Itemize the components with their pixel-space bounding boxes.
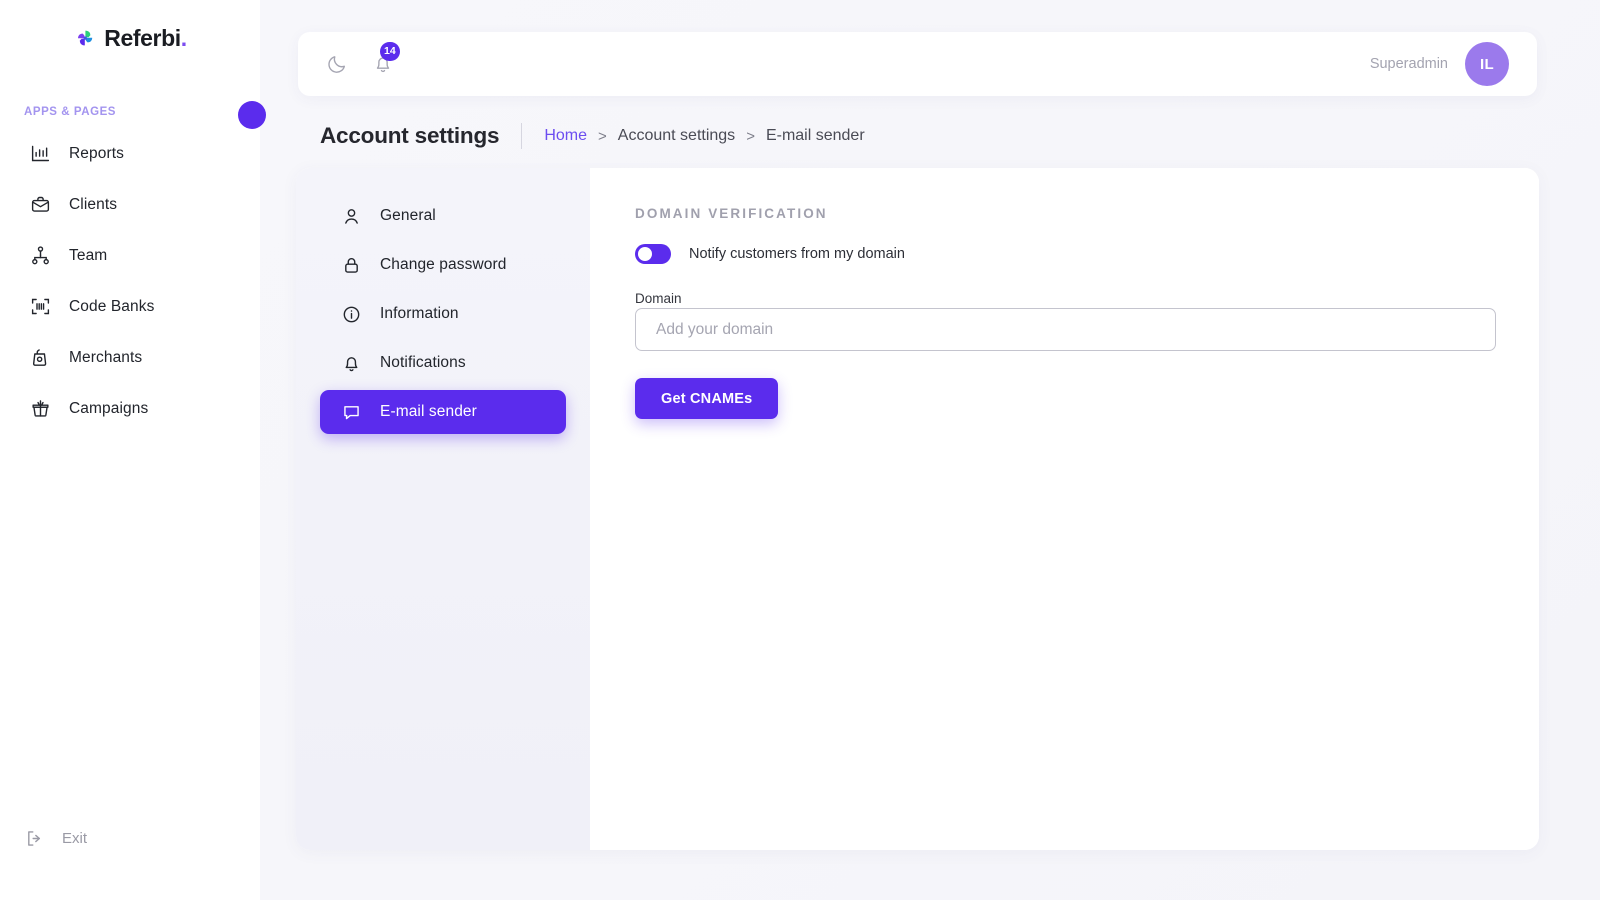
breadcrumb-item-account-settings[interactable]: Account settings [618,127,735,145]
domain-field-label: Domain [635,291,682,306]
page-header: Account settings Home > Account settings… [320,120,865,152]
sidebar-item-campaigns[interactable]: Campaigns [0,383,260,434]
settings-tab-label: E-mail sender [380,403,477,420]
info-icon [341,304,362,325]
avatar[interactable]: IL [1465,42,1509,86]
breadcrumb-item-email-sender: E-mail sender [765,127,865,144]
notification-count-badge: 14 [380,42,400,61]
message-icon [341,402,362,423]
toggle-knob [638,247,652,261]
notifications-button[interactable]: 14 [370,42,400,77]
sidebar: Referbi. APPS & PAGES Reports Clients Te… [0,0,260,900]
notify-customers-row: Notify customers from my domain [635,244,1496,264]
sidebar-item-label: Reports [69,144,124,162]
breadcrumb: Home > Account settings > E-mail sender [544,127,864,145]
settings-tab-information[interactable]: Information [320,292,566,336]
pinwheel-icon [73,26,97,50]
sidebar-item-team[interactable]: Team [0,230,260,281]
settings-tab-label: General [380,207,436,224]
notify-customers-label: Notify customers from my domain [689,246,905,262]
settings-tab-change-password[interactable]: Change password [320,243,566,287]
settings-panel-email-sender: DOMAIN VERIFICATION Notify customers fro… [590,168,1539,850]
topbar-actions: 14 [324,42,400,77]
sidebar-item-clients[interactable]: Clients [0,179,260,230]
lock-icon [341,255,362,276]
sidebar-item-exit[interactable]: Exit [0,814,260,862]
sidebar-item-label: Clients [69,195,118,213]
user-name-label: Superadmin [1369,56,1448,72]
topbar-user: Superadmin IL [1370,42,1509,86]
briefcase-icon [30,194,51,215]
settings-tab-label: Change password [380,256,507,273]
breadcrumb-item-home[interactable]: Home [544,127,587,145]
main-content: 14 Superadmin IL Account settings Home >… [260,0,1600,900]
sidebar-item-label: Campaigns [69,399,149,417]
sidebar-section-label: APPS & PAGES [24,106,117,118]
notify-customers-toggle[interactable] [635,244,671,264]
logout-icon [24,828,45,849]
settings-tab-email-sender[interactable]: E-mail sender [320,390,566,434]
user-icon [341,206,362,227]
app-root: Referbi. APPS & PAGES Reports Clients Te… [0,0,1600,900]
section-title: DOMAIN VERIFICATION [635,206,828,221]
sidebar-collapse-toggle[interactable] [238,101,266,129]
header-divider [521,123,523,149]
domain-field-group: Domain [635,290,1496,351]
bar-chart-icon [30,143,51,164]
topbar: 14 Superadmin IL [298,32,1537,96]
sidebar-item-label: Exit [62,829,88,847]
sidebar-item-merchants[interactable]: Merchants [0,332,260,383]
settings-tab-label: Notifications [380,354,466,371]
bell-icon [341,353,362,374]
sidebar-item-label: Merchants [69,348,143,366]
shopping-bag-icon [30,347,51,368]
theme-toggle-button[interactable] [324,51,350,77]
sidebar-item-code-banks[interactable]: Code Banks [0,281,260,332]
sidebar-item-reports[interactable]: Reports [0,128,260,179]
settings-card: General Change password Information Noti… [296,168,1539,850]
breadcrumb-separator: > [598,127,607,145]
sidebar-nav: Reports Clients Team Code Banks Merchant… [0,128,260,434]
settings-tab-label: Information [380,305,459,322]
page-title: Account settings [320,123,500,148]
sidebar-item-label: Team [69,246,108,264]
barcode-scan-icon [30,296,51,317]
breadcrumb-separator: > [746,127,755,145]
sidebar-item-label: Code Banks [69,297,155,315]
org-chart-icon [30,245,51,266]
settings-tab-notifications[interactable]: Notifications [320,341,566,385]
moon-icon [328,56,346,73]
get-cnames-button[interactable]: Get CNAMEs [635,378,779,419]
settings-tab-general[interactable]: General [320,194,566,238]
domain-input[interactable] [635,308,1496,351]
settings-nav: General Change password Information Noti… [296,168,590,850]
gift-box-icon [30,398,51,419]
brand-logo[interactable]: Referbi. [0,0,260,66]
brand-name: Referbi. [104,24,187,51]
